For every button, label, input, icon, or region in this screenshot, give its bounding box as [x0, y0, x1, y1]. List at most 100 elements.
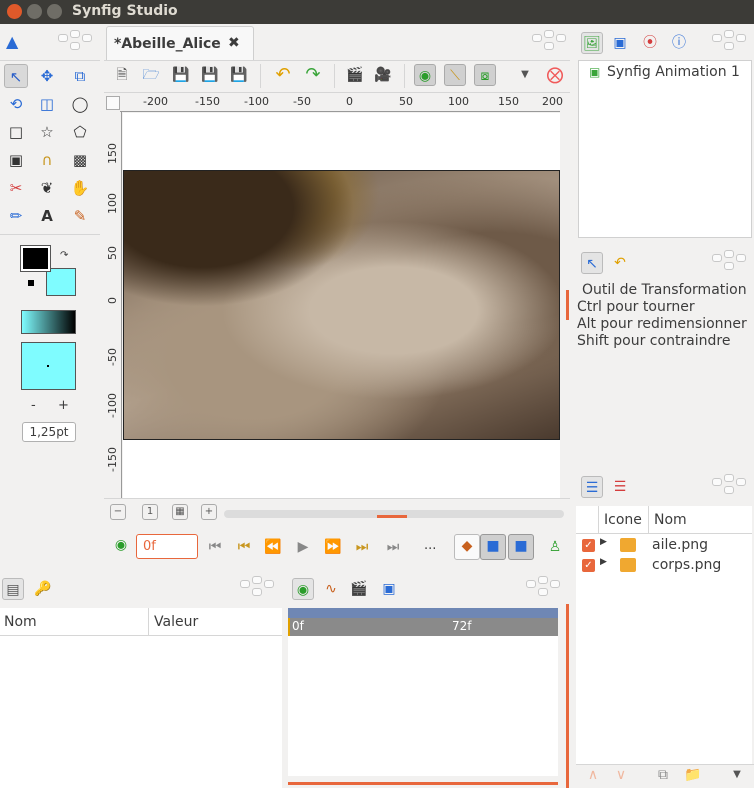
- zoom-fit-icon[interactable]: ▦: [172, 504, 188, 520]
- new-file-icon[interactable]: 🗎: [111, 64, 133, 86]
- play-icon[interactable]: ▶: [292, 536, 314, 558]
- layer-name[interactable]: corps.png: [652, 557, 721, 573]
- save-all-icon[interactable]: 💾: [228, 64, 250, 86]
- decrease-width-button[interactable]: -: [31, 398, 36, 413]
- cutout-tool-icon[interactable]: ✂: [4, 176, 28, 200]
- mirror-tool-icon[interactable]: ◫: [35, 92, 59, 116]
- params-col-name[interactable]: Nom: [4, 614, 37, 630]
- sets-tab-icon[interactable]: ☰: [609, 476, 631, 498]
- time-ruler[interactable]: 0f 72f: [288, 618, 558, 636]
- layer-visibility-checkbox[interactable]: ✓: [582, 539, 595, 552]
- open-file-icon[interactable]: 🗁: [140, 64, 162, 86]
- panel-drag-handle[interactable]: [712, 30, 746, 56]
- panel-drag-handle[interactable]: [532, 30, 566, 56]
- canvas-item-label[interactable]: Synfig Animation 1: [607, 64, 740, 80]
- group-layer-icon[interactable]: 📁: [682, 764, 704, 786]
- show-grid-icon[interactable]: ⧇: [474, 64, 496, 86]
- panel-drag-handle[interactable]: [526, 576, 560, 602]
- render-icon[interactable]: 🎬: [344, 64, 366, 86]
- next-frame-icon[interactable]: ⏩: [322, 536, 344, 558]
- panel-drag-handle[interactable]: [240, 576, 274, 602]
- panel-drag-handle[interactable]: [712, 250, 746, 276]
- timetrack-area[interactable]: [288, 636, 558, 776]
- vertical-resize-grip[interactable]: [566, 290, 569, 320]
- expand-icon[interactable]: ▶: [600, 537, 607, 547]
- rotate-tool-icon[interactable]: ⟲: [4, 92, 28, 116]
- expand-icon[interactable]: ▶: [600, 557, 607, 567]
- panel-drag-handle[interactable]: [58, 30, 92, 56]
- save-as-icon[interactable]: 💾: [199, 64, 221, 86]
- document-tab[interactable]: *Abeille_Alice ✖: [106, 26, 254, 60]
- panel-drag-handle[interactable]: [712, 474, 746, 500]
- panel-resize-grip[interactable]: [377, 515, 407, 518]
- undo-icon[interactable]: ↶: [272, 64, 294, 86]
- layer-name[interactable]: aile.png: [652, 537, 708, 553]
- canvas-browser-tab-icon[interactable]: 🖼: [581, 32, 603, 54]
- preview-icon[interactable]: 🎥: [372, 64, 394, 86]
- current-time-field[interactable]: 0f: [136, 534, 198, 559]
- star-tool-icon[interactable]: ☆: [35, 120, 59, 144]
- keyframes-tab-icon[interactable]: 🔑: [32, 578, 54, 600]
- swap-colors-icon[interactable]: ↷: [60, 250, 68, 261]
- redo-icon[interactable]: ↷: [302, 64, 324, 86]
- prev-keyframe-icon[interactable]: ⏮: [233, 536, 255, 558]
- info-tab-icon[interactable]: ⓘ: [668, 32, 690, 54]
- eyedropper-tool-icon[interactable]: ✏: [4, 204, 28, 228]
- time-cursor[interactable]: [288, 618, 290, 636]
- prev-frame-icon[interactable]: ⏪: [262, 536, 284, 558]
- curves-tab-icon[interactable]: ∿: [320, 578, 342, 600]
- params-tab-icon[interactable]: ▤: [2, 578, 24, 600]
- layer-visibility-checkbox[interactable]: ✓: [582, 559, 595, 572]
- minimize-window-button[interactable]: [27, 4, 42, 19]
- library-tab-icon[interactable]: ▣: [609, 32, 631, 54]
- increase-width-button[interactable]: +: [58, 398, 69, 413]
- timetrack-resize-grip[interactable]: [288, 782, 558, 785]
- outline-color-swatch[interactable]: [20, 245, 51, 272]
- close-window-button[interactable]: [7, 4, 22, 19]
- ruler-corner-toggle[interactable]: [106, 96, 120, 110]
- zoom-out-icon[interactable]: −: [110, 504, 126, 520]
- layer-row[interactable]: ✓ ▶ aile.png: [576, 536, 752, 556]
- animation-mode-icon[interactable]: ◉: [110, 534, 132, 556]
- reset-colors-icon[interactable]: [28, 280, 34, 286]
- vertical-resize-grip-lower[interactable]: [566, 604, 569, 788]
- gradient-tool-icon[interactable]: ▣: [4, 148, 28, 172]
- future-keyframe-lock-icon[interactable]: ■: [508, 534, 534, 560]
- draw-tool-icon[interactable]: ❦: [35, 176, 59, 200]
- fill-color-swatch[interactable]: [46, 268, 76, 296]
- rectangle-tool-icon[interactable]: □: [4, 120, 28, 144]
- raise-layer-icon[interactable]: ∧: [582, 764, 604, 786]
- brush-width-field[interactable]: 1,25pt: [22, 422, 76, 442]
- layer-row[interactable]: ✓ ▶ corps.png: [576, 556, 752, 576]
- canvas-work-area[interactable]: [123, 113, 560, 498]
- zoom-100-icon[interactable]: 1: [142, 504, 158, 520]
- show-handles-icon[interactable]: ⟍: [444, 64, 466, 86]
- layers-col-icon[interactable]: Icone: [604, 512, 642, 528]
- smooth-move-tool-icon[interactable]: ✥: [35, 64, 59, 88]
- params-col-value[interactable]: Valeur: [154, 614, 198, 630]
- spline-tool-icon[interactable]: ∩: [35, 148, 59, 172]
- more-options[interactable]: ...: [424, 538, 436, 553]
- brush-tool-icon[interactable]: ✎: [68, 204, 92, 228]
- onion-skin-icon[interactable]: ◉: [414, 64, 436, 86]
- timebar-range[interactable]: [288, 608, 558, 618]
- lower-layer-icon[interactable]: ∨: [610, 764, 632, 786]
- past-keyframe-lock-icon[interactable]: ■: [480, 534, 506, 560]
- seek-end-icon[interactable]: ⏭: [382, 536, 404, 558]
- keyframe-lock-icon[interactable]: ◆: [454, 534, 480, 560]
- sketch-tool-icon[interactable]: ✋: [68, 176, 92, 200]
- transform-tool-icon[interactable]: ↖: [4, 64, 28, 88]
- gradient-swatch[interactable]: [21, 310, 76, 334]
- layers-tab-icon[interactable]: ☰: [581, 476, 603, 498]
- zoom-in-icon[interactable]: +: [201, 504, 217, 520]
- library-panel-tab-icon[interactable]: ▣: [378, 578, 400, 600]
- close-tab-icon[interactable]: ✖: [228, 35, 240, 51]
- animation-mode-person-icon[interactable]: ♙: [544, 536, 566, 558]
- duplicate-layer-icon[interactable]: ⧉: [652, 764, 674, 786]
- sound-tab-icon[interactable]: 🎬: [348, 578, 370, 600]
- next-keyframe-icon[interactable]: ⏭: [351, 536, 373, 558]
- more-layer-actions-icon[interactable]: ▼: [726, 764, 748, 786]
- circle-tool-icon[interactable]: ◯: [68, 92, 92, 116]
- timetrack-tab-icon[interactable]: ◉: [292, 578, 314, 600]
- maximize-window-button[interactable]: [47, 4, 62, 19]
